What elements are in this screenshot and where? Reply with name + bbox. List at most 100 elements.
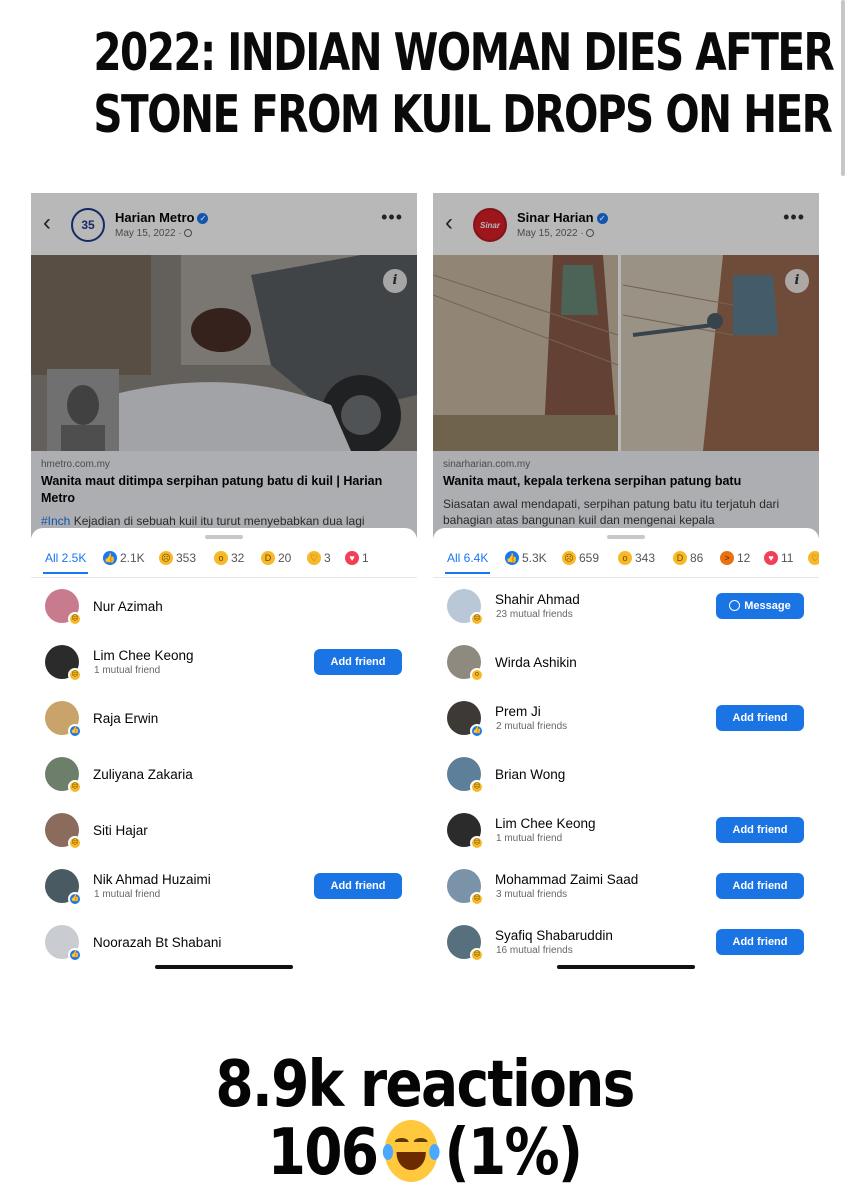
avatar[interactable]: 👍 (447, 701, 484, 738)
avatar[interactable]: ☹ (447, 589, 484, 626)
tab-love[interactable]: ♥ 1 (345, 551, 369, 565)
avatar[interactable]: 👍 (45, 869, 82, 906)
avatar[interactable]: 👍 (45, 925, 82, 962)
message-button[interactable]: Message (716, 593, 804, 619)
sheet-grabber[interactable] (205, 535, 243, 539)
wow-icon: o (618, 551, 632, 565)
scrollbar[interactable] (841, 0, 845, 176)
sad-badge-icon: ☹ (68, 612, 82, 626)
haha-icon: D (261, 551, 275, 565)
tab-sad-count[interactable]: 353 (176, 551, 196, 565)
list-item[interactable]: ☹ Syafiq Shabaruddin 16 mutual friends A… (433, 915, 819, 971)
avatar[interactable]: ☹ (447, 813, 484, 850)
list-item[interactable]: ☹ Zuliyana Zakaria (31, 747, 417, 803)
tab-like[interactable]: 👍 2.1K (103, 551, 145, 565)
tab-haha[interactable]: D 20 (261, 551, 291, 565)
user-name[interactable]: Syafiq Shabaruddin (495, 928, 613, 943)
tab-wow[interactable]: o 32 (214, 551, 244, 565)
tab-all-label[interactable]: All 6.4K (447, 551, 488, 565)
list-item[interactable]: 👍 Raja Erwin (31, 691, 417, 747)
mutual-friends: 2 mutual friends (496, 721, 568, 732)
list-item[interactable]: o Wirda Ashikin (433, 635, 819, 691)
tab-angry-count[interactable]: 12 (737, 551, 750, 565)
list-item[interactable]: ☹ Mohammad Zaimi Saad 3 mutual friends A… (433, 859, 819, 915)
tab-all[interactable]: All 6.4K (444, 551, 491, 574)
user-name[interactable]: Noorazah Bt Shabani (93, 935, 221, 950)
list-item[interactable]: ☹ Brian Wong (433, 747, 819, 803)
message-button-label[interactable]: Message (744, 600, 790, 612)
like-badge-icon: 👍 (470, 724, 484, 738)
list-item[interactable]: 👍 Prem Ji 2 mutual friends Add friend (433, 691, 819, 747)
list-item[interactable]: 👍 Noorazah Bt Shabani (31, 915, 417, 971)
add-friend-button[interactable]: Add friend (716, 929, 804, 955)
sad-badge-icon: ☹ (68, 780, 82, 794)
tab-care-count[interactable]: 3 (324, 551, 331, 565)
tab-haha[interactable]: D 86 (673, 551, 703, 565)
avatar[interactable]: 👍 (45, 701, 82, 738)
tab-love-count[interactable]: 1 (362, 551, 369, 565)
add-friend-button[interactable]: Add friend (314, 649, 402, 675)
add-friend-button[interactable]: Add friend (314, 873, 402, 899)
tab-like-count[interactable]: 2.1K (120, 551, 145, 565)
user-name[interactable]: Nik Ahmad Huzaimi (93, 872, 211, 887)
tab-all-label[interactable]: All 2.5K (45, 551, 86, 565)
avatar[interactable]: ☹ (45, 757, 82, 794)
user-name[interactable]: Brian Wong (495, 767, 565, 782)
tab-care[interactable]: ♡ (808, 551, 819, 565)
tab-sad[interactable]: ☹ 353 (159, 551, 196, 565)
tab-love[interactable]: ♥ 11 (764, 551, 793, 565)
like-badge-icon: 👍 (68, 892, 82, 906)
headline-line-2: STONE FROM KUIL DROPS ON HER (93, 85, 833, 145)
tab-angry[interactable]: >12 (720, 551, 750, 565)
like-badge-icon: 👍 (68, 948, 82, 962)
avatar[interactable]: ☹ (45, 589, 82, 626)
screenshot-sinar-harian: ‹ Sinar Sinar Harian ✓ May 15, 2022 · ••• (433, 193, 819, 983)
add-friend-button[interactable]: Add friend (716, 873, 804, 899)
list-item[interactable]: ☹ Lim Chee Keong 1 mutual friend Add fri… (31, 635, 417, 691)
laugh-percent: (1%) (444, 1116, 583, 1190)
tab-love-count[interactable]: 11 (781, 551, 793, 565)
tab-like[interactable]: 👍 5.3K (505, 551, 547, 565)
home-indicator[interactable] (155, 965, 293, 969)
reactions-sheet: All 2.5K 👍 2.1K ☹ 353 o 32 D 20 ♡ 3 ♥ 1 ☹ Nur … (31, 528, 417, 983)
tab-wow-count[interactable]: 32 (231, 551, 244, 565)
tab-wow[interactable]: o 343 (618, 551, 655, 565)
tab-like-count[interactable]: 5.3K (522, 551, 547, 565)
sad-badge-icon: ☹ (470, 612, 484, 626)
user-name[interactable]: Nur Azimah (93, 599, 163, 614)
tab-haha-count[interactable]: 86 (690, 551, 703, 565)
list-item[interactable]: ☹ Siti Hajar (31, 803, 417, 859)
tab-sad[interactable]: ☹ 659 (562, 551, 599, 565)
add-friend-button[interactable]: Add friend (716, 705, 804, 731)
user-name[interactable]: Mohammad Zaimi Saad (495, 872, 638, 887)
tab-care[interactable]: ♡ 3 (307, 551, 331, 565)
sad-badge-icon: ☹ (470, 948, 484, 962)
tab-all[interactable]: All 2.5K (42, 551, 89, 574)
add-friend-button[interactable]: Add friend (716, 817, 804, 843)
mutual-friends: 1 mutual friend (496, 833, 563, 844)
tab-sad-count[interactable]: 659 (579, 551, 599, 565)
sheet-grabber[interactable] (607, 535, 645, 539)
user-name[interactable]: Shahir Ahmad (495, 592, 580, 607)
mutual-friends: 3 mutual friends (496, 889, 568, 900)
avatar[interactable]: o (447, 645, 484, 682)
list-item[interactable]: 👍 Nik Ahmad Huzaimi 1 mutual friend Add … (31, 859, 417, 915)
user-name[interactable]: Raja Erwin (93, 711, 158, 726)
avatar[interactable]: ☹ (45, 645, 82, 682)
avatar[interactable]: ☹ (45, 813, 82, 850)
list-item[interactable]: ☹ Nur Azimah (31, 579, 417, 635)
user-name[interactable]: Lim Chee Keong (93, 648, 194, 663)
home-indicator[interactable] (557, 965, 695, 969)
avatar[interactable]: ☹ (447, 869, 484, 906)
avatar[interactable]: ☹ (447, 925, 484, 962)
avatar[interactable]: ☹ (447, 757, 484, 794)
tab-haha-count[interactable]: 20 (278, 551, 291, 565)
user-name[interactable]: Zuliyana Zakaria (93, 767, 193, 782)
user-name[interactable]: Prem Ji (495, 704, 541, 719)
user-name[interactable]: Siti Hajar (93, 823, 148, 838)
list-item[interactable]: ☹ Shahir Ahmad 23 mutual friends Message (433, 579, 819, 635)
tab-wow-count[interactable]: 343 (635, 551, 655, 565)
user-name[interactable]: Lim Chee Keong (495, 816, 596, 831)
user-name[interactable]: Wirda Ashikin (495, 655, 577, 670)
list-item[interactable]: ☹ Lim Chee Keong 1 mutual friend Add fri… (433, 803, 819, 859)
